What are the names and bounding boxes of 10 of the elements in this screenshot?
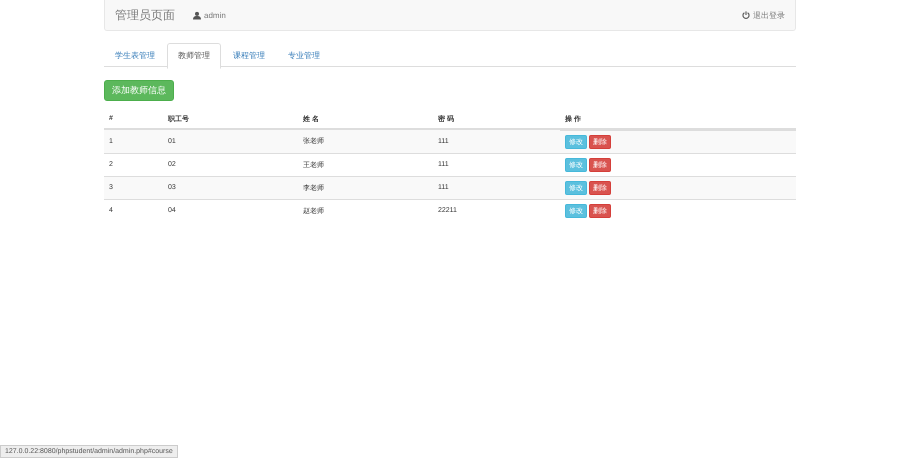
tab[interactable]: 专业管理 — [277, 43, 331, 66]
tab[interactable]: 学生表管理 — [104, 43, 166, 66]
user-icon — [193, 10, 201, 20]
username: admin — [204, 10, 226, 20]
navbar-brand[interactable]: 管理员页面 — [115, 6, 175, 24]
tab[interactable]: 课程管理 — [222, 43, 276, 66]
tab[interactable]: 教师管理 — [167, 43, 221, 69]
add-teacher-button[interactable]: 添加教师信息 — [104, 80, 174, 101]
logout-link[interactable]: 退出登录 — [742, 10, 785, 20]
power-icon — [742, 11, 750, 19]
